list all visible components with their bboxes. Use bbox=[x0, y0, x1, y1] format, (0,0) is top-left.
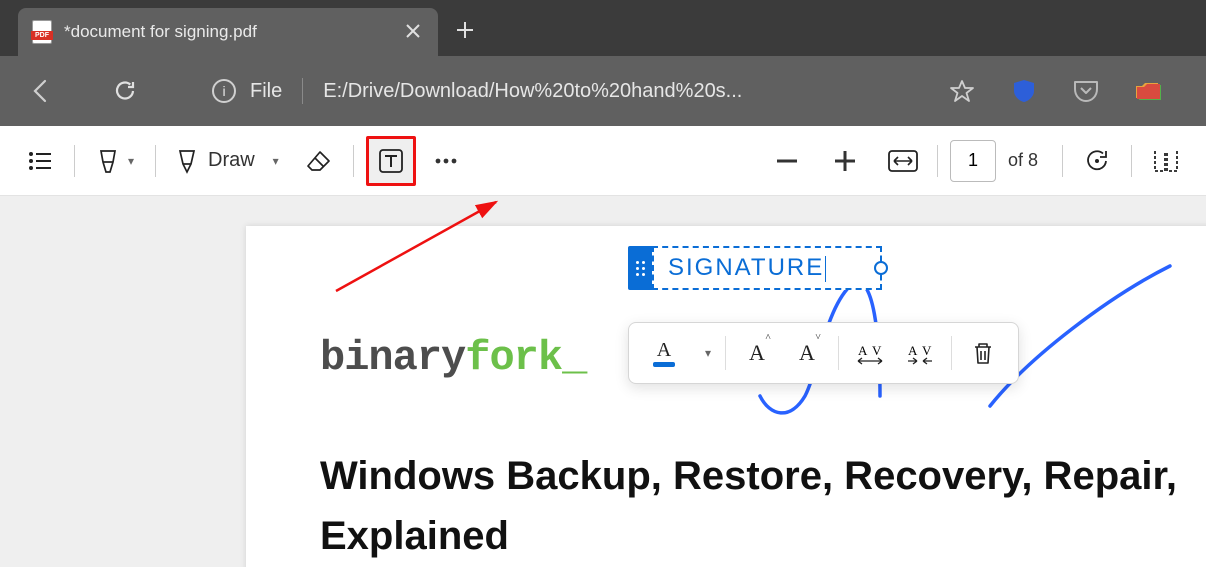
reload-button[interactable] bbox=[98, 68, 152, 114]
browser-tab-active[interactable]: *document for signing.pdf bbox=[18, 8, 438, 56]
address-bar[interactable]: i File E:/Drive/Download/How%20to%20hand… bbox=[152, 78, 934, 104]
page-total-label: of 8 bbox=[1008, 150, 1038, 171]
highlighter-button[interactable]: ▾ bbox=[87, 139, 143, 183]
new-tab-button[interactable] bbox=[438, 15, 492, 56]
contents-button[interactable] bbox=[18, 139, 62, 183]
chevron-down-icon: ▾ bbox=[128, 154, 134, 168]
address-path: E:/Drive/Download/How%20to%20hand%20s... bbox=[323, 80, 742, 103]
divider bbox=[74, 145, 75, 177]
text-format-toolbar: A ▾ A˄ A˅ AV AV bbox=[628, 322, 1019, 384]
divider bbox=[951, 336, 952, 370]
divider bbox=[353, 145, 354, 177]
erase-button[interactable] bbox=[297, 139, 341, 183]
fit-width-button[interactable] bbox=[881, 139, 925, 183]
close-tab-icon[interactable] bbox=[402, 18, 424, 47]
more-button[interactable] bbox=[424, 139, 468, 183]
chevron-down-icon: ▾ bbox=[273, 154, 279, 168]
pdf-file-icon bbox=[32, 20, 52, 44]
zoom-in-button[interactable] bbox=[823, 139, 867, 183]
draw-label: Draw bbox=[208, 149, 255, 172]
browser-navbar: i File E:/Drive/Download/How%20to%20hand… bbox=[0, 56, 1206, 126]
svg-text:A: A bbox=[858, 343, 868, 358]
svg-text:V: V bbox=[922, 343, 932, 358]
page-number-input[interactable] bbox=[950, 140, 996, 182]
font-color-button[interactable]: A bbox=[639, 330, 689, 376]
divider bbox=[155, 145, 156, 177]
svg-text:A: A bbox=[908, 343, 918, 358]
site-info-icon[interactable]: i bbox=[212, 79, 236, 103]
zoom-out-button[interactable] bbox=[765, 139, 809, 183]
divider bbox=[725, 336, 726, 370]
divider bbox=[1062, 145, 1063, 177]
favorite-icon[interactable] bbox=[948, 77, 976, 105]
decrease-spacing-button[interactable]: AV bbox=[895, 330, 945, 376]
divider bbox=[1131, 145, 1132, 177]
tab-title: *document for signing.pdf bbox=[64, 22, 257, 42]
pdf-toolbar: ▾ Draw ▾ of 8 bbox=[0, 126, 1206, 196]
annotation-textbox[interactable]: SIGNATURE bbox=[652, 246, 882, 290]
navbar-actions bbox=[934, 77, 1192, 105]
draw-button[interactable]: Draw ▾ bbox=[168, 139, 287, 183]
page-heading: Windows Backup, Restore, Recovery, Repai… bbox=[320, 446, 1177, 566]
pocket-icon[interactable] bbox=[1072, 77, 1100, 105]
text-caret bbox=[825, 256, 826, 282]
annotation-text: SIGNATURE bbox=[668, 254, 824, 281]
increase-font-button[interactable]: A˄ bbox=[732, 330, 782, 376]
logo-text: binaryfork_ bbox=[320, 334, 586, 382]
document-workspace[interactable]: SIGNATURE A ▾ A˄ A˅ AV AV bin bbox=[0, 196, 1206, 567]
font-color-chevron[interactable]: ▾ bbox=[689, 330, 719, 376]
decrease-font-button[interactable]: A˅ bbox=[782, 330, 832, 376]
svg-text:V: V bbox=[872, 343, 882, 358]
text-annotation[interactable]: SIGNATURE bbox=[628, 246, 882, 290]
back-button[interactable] bbox=[14, 68, 68, 114]
increase-spacing-button[interactable]: AV bbox=[845, 330, 895, 376]
rotate-button[interactable] bbox=[1075, 139, 1119, 183]
browser-tabstrip: *document for signing.pdf bbox=[0, 0, 1206, 56]
divider bbox=[302, 78, 303, 104]
divider bbox=[937, 145, 938, 177]
page-view-button[interactable] bbox=[1144, 139, 1188, 183]
delete-annotation-button[interactable] bbox=[958, 330, 1008, 376]
annotation-resize-handle[interactable] bbox=[874, 261, 888, 275]
annotation-drag-handle[interactable] bbox=[628, 246, 652, 290]
shield-extension-icon[interactable] bbox=[1010, 77, 1038, 105]
folder-extension-icon[interactable] bbox=[1134, 77, 1162, 105]
divider bbox=[838, 336, 839, 370]
address-prefix: File bbox=[250, 80, 282, 103]
add-text-button[interactable] bbox=[366, 136, 416, 186]
